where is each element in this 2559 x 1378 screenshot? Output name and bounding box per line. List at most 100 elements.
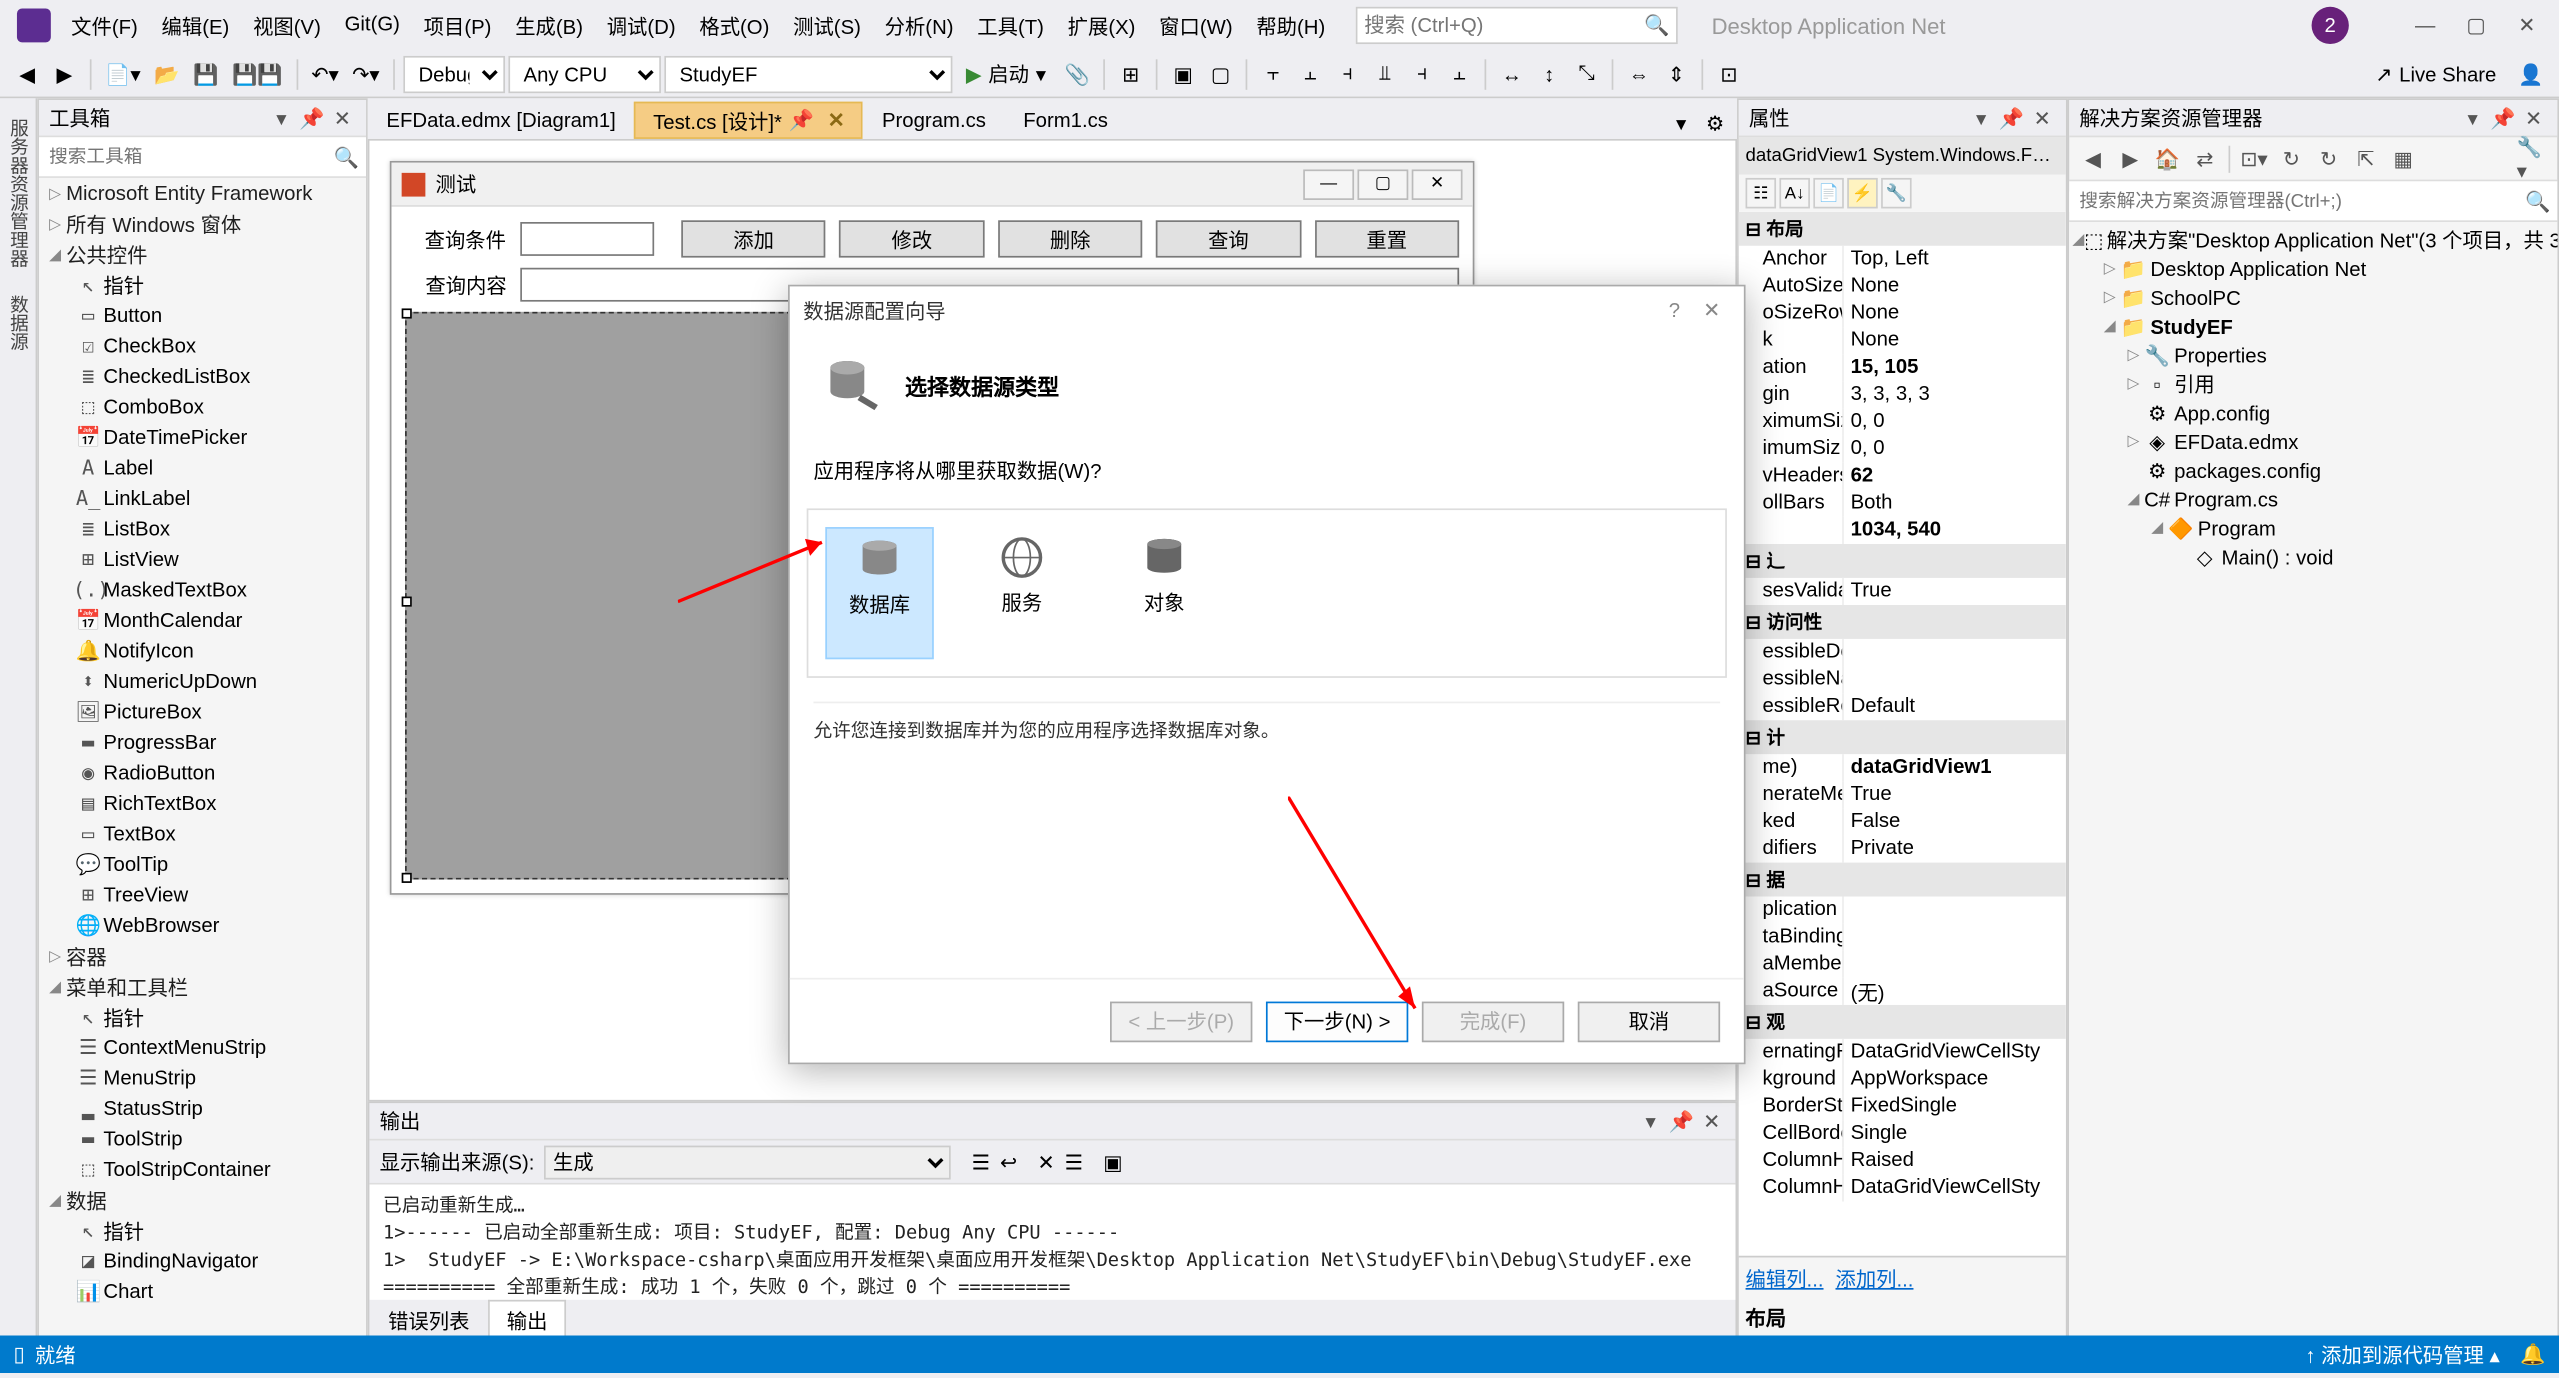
toolbox-category[interactable]: ▷容器 bbox=[39, 941, 366, 972]
pin-icon[interactable]: 📌 bbox=[1998, 104, 2025, 131]
property-row[interactable]: ColumnHeacDataGridViewCellSty bbox=[1739, 1174, 2066, 1201]
scope-button[interactable]: ⊡▾ bbox=[2237, 142, 2271, 176]
showall-button[interactable]: ▦ bbox=[2386, 142, 2420, 176]
toolbox-item[interactable]: 📅DateTimePicker bbox=[39, 422, 366, 453]
property-row[interactable]: gin3, 3, 3, 3 bbox=[1739, 381, 2066, 408]
menu-item[interactable]: 视图(V) bbox=[243, 4, 331, 46]
document-tab[interactable]: EFData.edmx [Diagram1] bbox=[368, 102, 635, 139]
property-row[interactable]: vHeaders62 bbox=[1739, 463, 2066, 490]
wrench-button[interactable]: 🔧▾ bbox=[2517, 142, 2551, 176]
property-row[interactable]: taBinding bbox=[1739, 924, 2066, 951]
pin-icon[interactable]: 📌 bbox=[298, 104, 325, 131]
toolbox-category[interactable]: ◢菜单和工具栏 bbox=[39, 971, 366, 1002]
toolbox-category[interactable]: ◢公共控件 bbox=[39, 239, 366, 270]
output-clear-button[interactable]: ✕ bbox=[1037, 1150, 1054, 1174]
align-right-button[interactable]: ⫞ bbox=[1331, 55, 1365, 92]
undo-button[interactable]: ↶▾ bbox=[306, 55, 343, 92]
datasource-option[interactable]: 服务 bbox=[968, 527, 1076, 659]
tree-node[interactable]: ⚙App.config bbox=[2069, 398, 2557, 427]
cancel-button[interactable]: 取消 bbox=[1578, 1001, 1720, 1042]
dropdown-icon[interactable]: ▾ bbox=[2459, 104, 2486, 131]
pin-icon[interactable]: 📌 bbox=[2490, 104, 2517, 131]
menu-item[interactable]: 测试(S) bbox=[783, 4, 871, 46]
property-row[interactable]: CellBorderStSingle bbox=[1739, 1120, 2066, 1147]
toolbox-item[interactable]: ALabel bbox=[39, 452, 366, 483]
edit-columns-link[interactable]: 编辑列... bbox=[1746, 1268, 1824, 1292]
close-icon[interactable]: ✕ bbox=[1698, 1107, 1725, 1134]
toolbox-item[interactable]: ▬ToolStrip bbox=[39, 1124, 366, 1155]
tree-node[interactable]: ⚙packages.config bbox=[2069, 456, 2557, 485]
solexp-search-input[interactable] bbox=[2069, 191, 2518, 211]
same-height-button[interactable]: ↕ bbox=[1532, 55, 1566, 92]
datasource-option[interactable]: 对象 bbox=[1110, 527, 1218, 659]
nav-back-button[interactable]: ◀ bbox=[10, 55, 44, 92]
maximize-button[interactable]: ▢ bbox=[2451, 7, 2502, 44]
output-wrap-button[interactable]: ↩ bbox=[1000, 1150, 1017, 1174]
property-row[interactable]: difiersPrivate bbox=[1739, 835, 2066, 862]
property-row[interactable]: ernatingRDataGridViewCellSty bbox=[1739, 1039, 2066, 1066]
tree-node[interactable]: ◢📁StudyEF bbox=[2069, 312, 2557, 341]
tree-node[interactable]: ◢C#Program.cs bbox=[2069, 485, 2557, 514]
toolbox-item[interactable]: ▭Button bbox=[39, 300, 366, 331]
new-project-button[interactable]: 📄▾ bbox=[100, 55, 146, 92]
quick-search[interactable]: 🔍 bbox=[1356, 7, 1678, 44]
tree-node[interactable]: ▷▫引用 bbox=[2069, 369, 2557, 398]
dropdown-icon[interactable]: ▾ bbox=[1637, 1107, 1664, 1134]
close-icon[interactable]: ✕ bbox=[2520, 104, 2547, 131]
account-button[interactable]: 👤 bbox=[2513, 55, 2549, 92]
menu-item[interactable]: 文件(F) bbox=[61, 4, 148, 46]
toolbox-item[interactable]: ◪BindingNavigator bbox=[39, 1246, 366, 1277]
datasource-option[interactable]: 数据库 bbox=[825, 527, 933, 659]
toolbox-item[interactable]: ↖指针 bbox=[39, 1002, 366, 1033]
fwd-button[interactable]: ▶ bbox=[2113, 142, 2147, 176]
query-button[interactable]: 查询 bbox=[1156, 220, 1301, 257]
same-width-button[interactable]: ↔ bbox=[1495, 55, 1529, 92]
toolbox-item[interactable]: ◉RadioButton bbox=[39, 758, 366, 789]
user-badge[interactable]: 2 bbox=[2312, 7, 2349, 44]
toolbox-item[interactable]: ▬ProgressBar bbox=[39, 727, 366, 758]
nav-fwd-button[interactable]: ▶ bbox=[47, 55, 81, 92]
collapse-button[interactable]: ⇱ bbox=[2349, 142, 2383, 176]
startup-select[interactable]: StudyEF bbox=[664, 55, 952, 92]
vspace-button[interactable]: ⇕ bbox=[1659, 55, 1693, 92]
property-row[interactable]: imumSiz0, 0 bbox=[1739, 436, 2066, 463]
tabs-dropdown[interactable]: ▾ bbox=[1666, 108, 1697, 139]
document-tab[interactable]: Program.cs bbox=[863, 102, 1004, 139]
same-size-button[interactable]: ⤡ bbox=[1570, 55, 1604, 92]
help-button[interactable]: ? bbox=[1656, 295, 1693, 326]
toolbox-item[interactable]: ⊞ListView bbox=[39, 544, 366, 575]
toolbox-category[interactable]: ▷所有 Windows 窗体 bbox=[39, 208, 366, 239]
props-button[interactable]: 📄 bbox=[1813, 178, 1844, 209]
tabs-settings[interactable]: ⚙ bbox=[1700, 108, 1731, 139]
quick-search-input[interactable] bbox=[1364, 14, 1644, 38]
tree-node[interactable]: ◢🔶Program bbox=[2069, 513, 2557, 542]
toolbox-item[interactable]: ↖指针 bbox=[39, 269, 366, 300]
document-tab[interactable]: Form1.cs bbox=[1005, 102, 1127, 139]
toolbox-item[interactable]: ☰MenuStrip bbox=[39, 1063, 366, 1094]
refresh-button[interactable]: ↻ bbox=[2274, 142, 2308, 176]
alpha-sort-button[interactable]: A↓ bbox=[1779, 178, 1810, 209]
toolbox-item[interactable]: ≣ListBox bbox=[39, 513, 366, 544]
home-button[interactable]: 🏠 bbox=[2151, 142, 2185, 176]
open-button[interactable]: 📂 bbox=[149, 55, 185, 92]
property-row[interactable]: 1034, 540 bbox=[1739, 517, 2066, 544]
save-all-button[interactable]: 💾💾 bbox=[227, 55, 288, 92]
menu-item[interactable]: 生成(B) bbox=[505, 4, 593, 46]
align-middle-button[interactable]: ⫞ bbox=[1405, 55, 1439, 92]
close-icon[interactable]: ✕ bbox=[2029, 104, 2056, 131]
redo-button[interactable]: ↷▾ bbox=[347, 55, 384, 92]
send-back-button[interactable]: ▢ bbox=[1204, 55, 1238, 92]
config-select[interactable]: Debug bbox=[403, 55, 505, 92]
back-button[interactable]: ◀ bbox=[2076, 142, 2110, 176]
switch-view-button[interactable]: ⇄ bbox=[2188, 142, 2222, 176]
bring-front-button[interactable]: ▣ bbox=[1166, 55, 1200, 92]
finish-button[interactable]: 完成(F) bbox=[1422, 1001, 1564, 1042]
property-category[interactable]: ⊟ 布局 bbox=[1739, 212, 2066, 246]
live-share-button[interactable]: ↗ Live Share bbox=[2362, 55, 2510, 92]
menu-item[interactable]: 编辑(E) bbox=[151, 4, 239, 46]
dropdown-icon[interactable]: ▾ bbox=[268, 104, 295, 131]
menu-item[interactable]: 工具(T) bbox=[967, 4, 1054, 46]
minimize-button[interactable]: — bbox=[2400, 7, 2451, 44]
toolbox-item[interactable]: 📊Chart bbox=[39, 1276, 366, 1307]
tree-node[interactable]: ▷◈EFData.edmx bbox=[2069, 427, 2557, 456]
